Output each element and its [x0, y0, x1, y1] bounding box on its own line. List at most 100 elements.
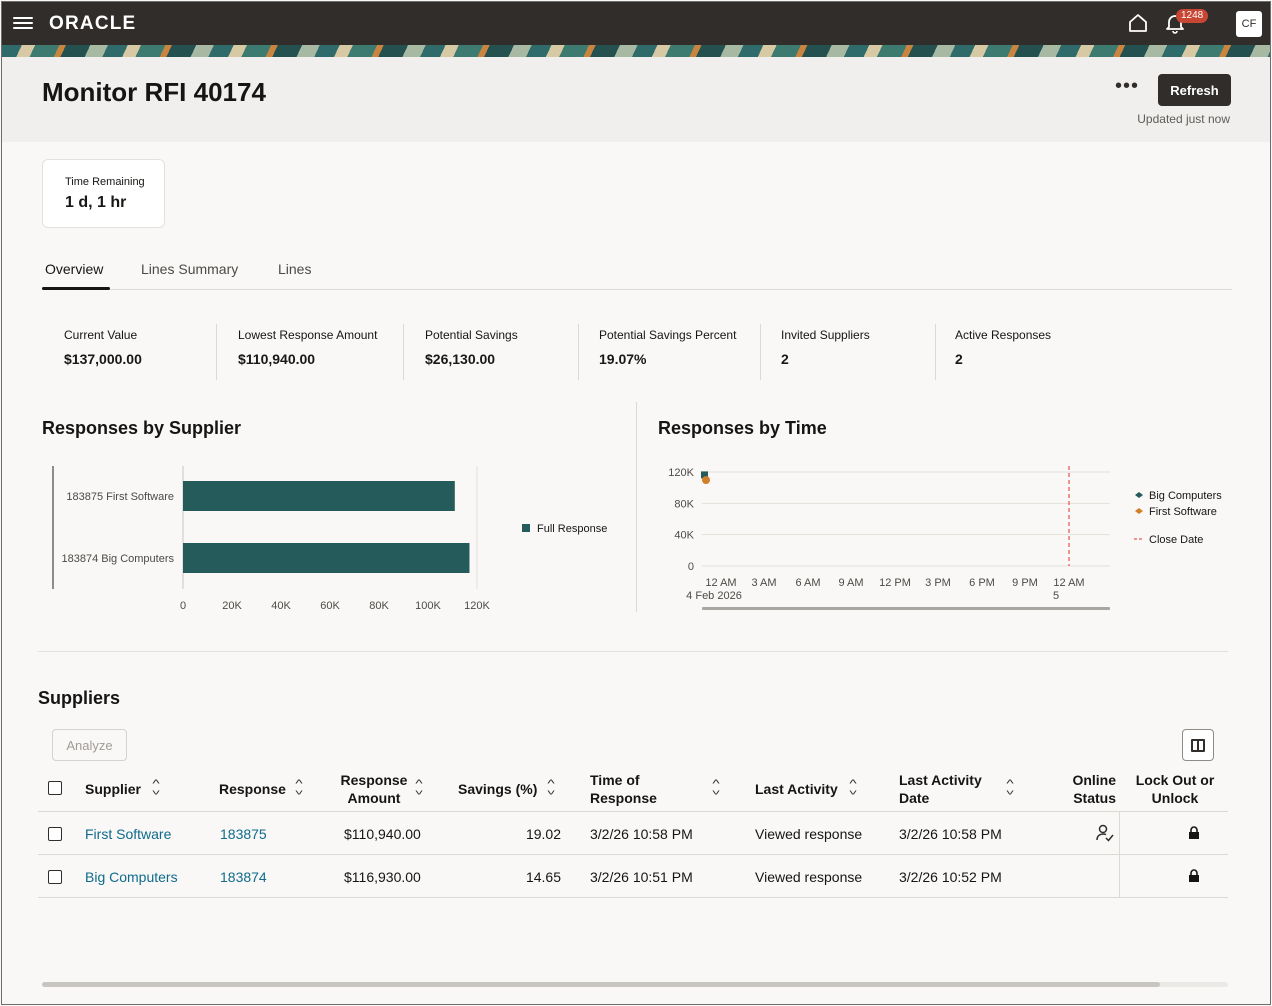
metric-label: Active Responses — [955, 328, 1052, 342]
tab-overview[interactable]: Overview — [45, 261, 103, 277]
row-divider — [38, 854, 1228, 855]
response-amount: $110,940.00 — [344, 826, 421, 842]
sort-icon[interactable]: ^ ^ — [1005, 779, 1015, 797]
updated-status: Updated just now — [1137, 112, 1230, 126]
oracle-logo[interactable]: ORACLE — [49, 13, 136, 35]
column-header-last-activity[interactable]: Last Activity — [755, 780, 838, 798]
page-title: Monitor RFI 40174 — [42, 77, 266, 107]
column-header-online-status[interactable]: Online Status — [1058, 771, 1116, 807]
app-window: ORACLE 1248 CF Monitor RFI 40174 ••• Ref… — [1, 1, 1271, 1005]
metric-label: Current Value — [64, 328, 138, 342]
global-header: ORACLE 1248 CF — [2, 2, 1270, 45]
column-header-last-activity-date[interactable]: Last Activity Date — [899, 771, 994, 807]
y-tick-label: 80K — [674, 498, 694, 510]
user-avatar[interactable]: CF — [1236, 11, 1262, 37]
section-divider — [38, 651, 1228, 652]
y-tick-label: 0 — [688, 561, 694, 573]
lock-icon[interactable] — [1188, 826, 1200, 839]
refresh-button[interactable]: Refresh — [1158, 74, 1231, 106]
lock-icon[interactable] — [1188, 869, 1200, 882]
sort-icon[interactable]: ^ ^ — [546, 779, 556, 797]
bar — [183, 543, 470, 573]
metric-value: 2 — [781, 351, 789, 367]
last-activity-date: 3/2/26 10:58 PM — [899, 826, 1002, 842]
row-checkbox[interactable] — [48, 827, 62, 841]
metric-invited-suppliers: Invited Suppliers 2 — [781, 324, 870, 380]
time-remaining-value: 1 d, 1 hr — [65, 194, 127, 211]
metric-divider — [216, 324, 217, 380]
responses-by-time-chart: 0 40K 80K 120K 12 AM 3 AM 6 AM 9 AM 12 PM 3 PM 6 P… — [668, 466, 1222, 610]
metric-divider — [403, 324, 404, 380]
notification-badge: 1248 — [1176, 9, 1209, 23]
columns-icon — [1191, 739, 1205, 752]
tab-bar: Overview Lines Summary Lines — [42, 257, 1232, 290]
metric-current-value: Current Value $137,000.00 — [64, 324, 142, 380]
time-remaining-card: Time Remaining 1 d, 1 hr — [42, 159, 165, 228]
response-link[interactable]: 183874 — [220, 869, 267, 885]
select-all-checkbox[interactable] — [48, 781, 62, 795]
x-tick-label: 3 AM — [751, 577, 776, 589]
horizontal-scrollbar-thumb[interactable] — [42, 982, 1160, 987]
metric-label: Invited Suppliers — [781, 328, 870, 342]
menu-icon[interactable] — [13, 14, 33, 32]
savings-percent: 19.02 — [525, 826, 561, 842]
x-tick-label: 100K — [415, 600, 441, 612]
metric-label: Lowest Response Amount — [238, 328, 378, 342]
last-activity: Viewed response — [755, 869, 863, 885]
suppliers-title: Suppliers — [38, 688, 121, 708]
column-header-supplier[interactable]: Supplier — [85, 780, 141, 798]
legend-marker — [1135, 492, 1143, 498]
page-header: Monitor RFI 40174 ••• Refresh Updated ju… — [2, 57, 1270, 142]
tab-lines-summary[interactable]: Lines Summary — [141, 261, 238, 277]
header-divider — [38, 811, 1228, 812]
column-header-lock[interactable]: Lock Out or Unlock — [1130, 771, 1220, 807]
x-tick-label: 12 AM — [705, 577, 736, 589]
sort-icon[interactable]: ^ ^ — [294, 779, 304, 797]
online-user-icon — [1096, 824, 1114, 842]
sort-icon[interactable]: ^ ^ — [711, 779, 721, 797]
savings-percent: 14.65 — [525, 869, 561, 885]
x-tick-label: 3 PM — [925, 577, 951, 589]
column-header-savings[interactable]: Savings (%) — [458, 780, 537, 798]
chart-title-supplier: Responses by Supplier — [42, 418, 242, 438]
columns-toggle-button[interactable] — [1182, 729, 1214, 761]
sort-icon[interactable]: ^ ^ — [848, 779, 858, 797]
analyze-button[interactable]: Analyze — [52, 729, 127, 761]
time-of-response: 3/2/26 10:51 PM — [590, 869, 693, 885]
time-range-slider — [702, 607, 1110, 610]
column-header-response[interactable]: Response — [219, 780, 286, 798]
metric-savings-percent: Potential Savings Percent 19.07% — [599, 324, 736, 380]
bar — [183, 481, 455, 511]
category-label: 183875 First Software — [66, 491, 174, 503]
y-tick-label: 40K — [674, 530, 694, 542]
metric-value: 2 — [955, 351, 963, 367]
time-remaining-label: Time Remaining — [65, 176, 145, 188]
x-subtick-label: 4 Feb 2026 — [686, 590, 742, 602]
metric-value: 19.07% — [599, 351, 647, 367]
metric-value: $26,130.00 — [425, 351, 496, 367]
metric-value: $137,000.00 — [64, 351, 142, 367]
tab-lines[interactable]: Lines — [278, 261, 311, 277]
last-activity: Viewed response — [755, 826, 863, 842]
responses-by-supplier-chart: 183875 First Software 183874 Big Computer… — [52, 466, 607, 612]
chart-divider — [636, 402, 637, 612]
metric-label: Potential Savings — [425, 328, 518, 342]
column-header-response-amount[interactable]: Response Amount — [334, 771, 414, 807]
time-of-response: 3/2/26 10:58 PM — [590, 826, 693, 842]
sort-icon[interactable]: ^ ^ — [151, 779, 161, 797]
metric-lowest-response: Lowest Response Amount $110,940.00 — [238, 324, 377, 380]
supplier-link[interactable]: Big Computers — [85, 869, 178, 885]
supplier-link[interactable]: First Software — [85, 826, 171, 842]
column-header-time-of-response[interactable]: Time of Response — [590, 771, 670, 807]
x-tick-label: 6 PM — [969, 577, 995, 589]
row-checkbox[interactable] — [48, 870, 62, 884]
data-point-first-software — [702, 476, 710, 485]
y-tick-label: 120K — [668, 467, 694, 479]
sort-icon[interactable]: ^ ^ — [414, 779, 424, 797]
more-actions-button[interactable]: ••• — [1114, 76, 1140, 103]
legend-label: Big Computers — [1149, 490, 1222, 502]
home-icon[interactable] — [1127, 12, 1149, 34]
x-tick-label: 40K — [271, 600, 291, 612]
response-link[interactable]: 183875 — [220, 826, 267, 842]
x-tick-label: 9 AM — [838, 577, 863, 589]
